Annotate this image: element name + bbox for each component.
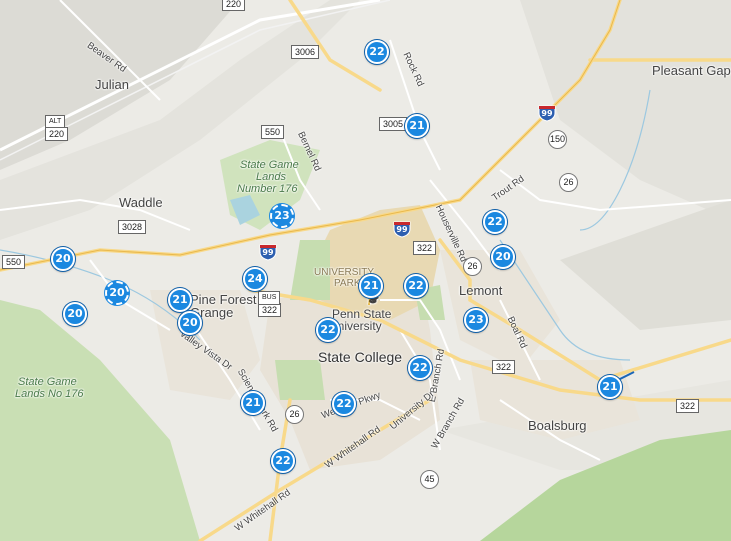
interstate-99-label: 99: [541, 109, 553, 118]
route-shield-26-b: 26: [463, 257, 482, 276]
marker-cluster[interactable]: 20: [51, 247, 75, 271]
park-label-sgl-no176-line1: State Game: [18, 376, 77, 388]
interstate-99-shield-icon: 99: [393, 220, 411, 238]
park-label-sgl176-line2: Lands: [256, 171, 286, 183]
route-shield-26-a: 26: [559, 173, 578, 192]
marker-cluster[interactable]: 22: [316, 318, 340, 342]
marker-cluster[interactable]: 22: [483, 210, 507, 234]
park-label-sgl176-line3: Number 176: [237, 183, 298, 195]
marker-cluster[interactable]: 22: [271, 449, 295, 473]
route-shield-150: 150: [548, 130, 567, 149]
marker-cluster[interactable]: 22: [365, 40, 389, 64]
route-shield-550-b: 550: [2, 255, 26, 269]
town-label-state-college: State College: [318, 349, 403, 365]
town-label-julian: Julian: [95, 77, 129, 92]
route-shield-3005: 3005: [379, 117, 408, 131]
route-shield-45: 45: [420, 470, 439, 489]
route-shield-322-b: 322: [258, 303, 282, 317]
marker-cluster[interactable]: 21: [359, 274, 383, 298]
marker-cluster[interactable]: 21: [598, 375, 622, 399]
route-shield-220: 220: [222, 0, 246, 11]
marker-cluster[interactable]: 23: [270, 204, 294, 228]
marker-cluster[interactable]: 20: [63, 302, 87, 326]
marker-cluster[interactable]: 21: [405, 114, 429, 138]
marker-cluster[interactable]: 22: [332, 392, 356, 416]
town-label-pleasant-gap: Pleasant Gap: [652, 63, 731, 78]
marker-cluster[interactable]: 24: [243, 267, 267, 291]
marker-cluster[interactable]: 20: [105, 281, 129, 305]
park-label-sgl-no176-line2: Lands No 176: [15, 388, 84, 400]
town-label-lemont: Lemont: [459, 283, 503, 298]
marker-cluster[interactable]: 23: [464, 308, 488, 332]
interstate-99-shield-icon: 99: [538, 104, 556, 122]
route-shield-550-a: 550: [261, 125, 285, 139]
interstate-99-label: 99: [396, 225, 408, 234]
marker-cluster[interactable]: 22: [404, 274, 428, 298]
route-shield-322-a: 322: [413, 241, 437, 255]
route-shield-3006: 3006: [291, 45, 320, 59]
route-shield-322-c: 322: [492, 360, 516, 374]
poi-label-university-park-2: PARK: [334, 278, 361, 289]
marker-cluster[interactable]: 22: [408, 356, 432, 380]
park-label-sgl176-line1: State Game: [240, 159, 299, 171]
marker-cluster[interactable]: 20: [491, 245, 515, 269]
town-label-waddle: Waddle: [119, 195, 163, 210]
marker-cluster[interactable]: 21: [168, 288, 192, 312]
interstate-99-shield-icon: 99: [259, 243, 277, 261]
interstate-99-label: 99: [262, 248, 274, 257]
marker-cluster[interactable]: 21: [241, 391, 265, 415]
route-shield-322-d: 322: [676, 399, 700, 413]
route-shield-alt-220: 220: [45, 127, 69, 141]
route-shield-3028: 3028: [118, 220, 147, 234]
route-shield-bus: BUS: [258, 291, 281, 305]
route-shield-26-c: 26: [285, 405, 304, 424]
marker-cluster[interactable]: 20: [178, 311, 202, 335]
town-label-boalsburg: Boalsburg: [528, 418, 587, 433]
map-canvas[interactable]: Julian Waddle Pleasant Gap Lemont Boalsb…: [0, 0, 731, 541]
